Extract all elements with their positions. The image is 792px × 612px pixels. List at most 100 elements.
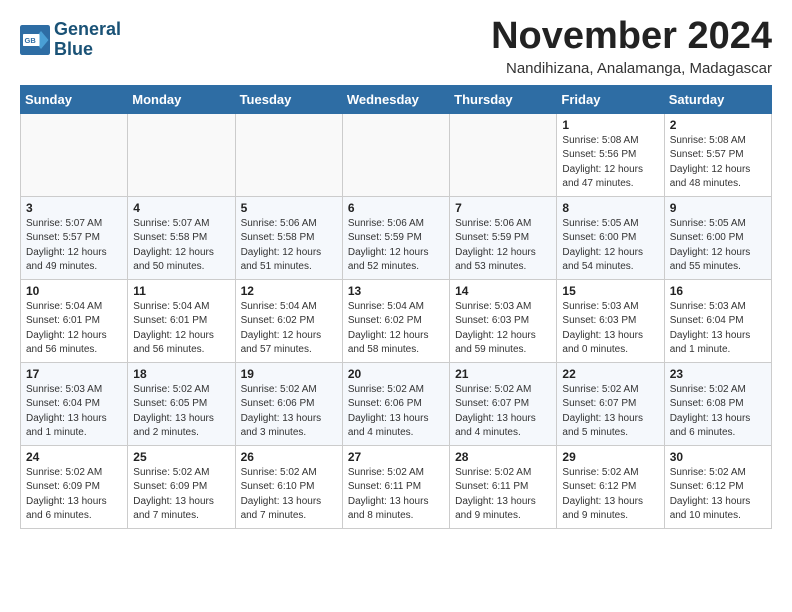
day-info: Sunrise: 5:05 AM Sunset: 6:00 PM Dayligh… [670,217,766,275]
day-number: 9 [670,201,766,215]
day-number: 24 [26,450,122,464]
day-number: 25 [133,450,229,464]
calendar-day-cell: 15 Sunrise: 5:03 AM Sunset: 6:03 PM Dayli… [557,279,664,362]
calendar-day-cell: 11Sunrise: 5:04 AM Sunset: 6:01 PM Dayli… [128,279,235,362]
weekday-header-cell: Wednesday [342,85,449,113]
day-number: 26 [241,450,337,464]
calendar-day-cell: 21 Sunrise: 5:02 AM Sunset: 6:07 PM Dayli… [450,362,557,445]
day-number: 18 [133,367,229,381]
weekday-header-cell: Sunday [21,85,128,113]
day-info: Sunrise: 5:02 AM Sunset: 6:09 PM Dayligh… [26,466,122,524]
day-number: 1 [562,118,658,132]
day-info: Sunrise: 5:08 AM Sunset: 5:56 PM Dayligh… [562,134,658,192]
calendar-day-cell [450,113,557,196]
day-number: 4 [133,201,229,215]
calendar-week-row: 3 Sunrise: 5:07 AM Sunset: 5:57 PM Daylig… [21,196,772,279]
calendar-day-cell: 18 Sunrise: 5:02 AM Sunset: 6:05 PM Dayli… [128,362,235,445]
day-number: 5 [241,201,337,215]
day-info: Sunrise: 5:02 AM Sunset: 6:09 PM Dayligh… [133,466,229,524]
calendar-day-cell: 10 Sunrise: 5:04 AM Sunset: 6:01 PM Dayli… [21,279,128,362]
calendar-day-cell: 27Sunrise: 5:02 AM Sunset: 6:11 PM Dayli… [342,445,449,528]
day-number: 17 [26,367,122,381]
calendar-table: SundayMondayTuesdayWednesdayThursdayFrid… [20,85,772,529]
day-info: Sunrise: 5:03 AM Sunset: 6:04 PM Dayligh… [26,383,122,441]
day-info: Sunrise: 5:06 AM Sunset: 5:59 PM Dayligh… [348,217,444,275]
day-info: Sunrise: 5:02 AM Sunset: 6:12 PM Dayligh… [562,466,658,524]
day-info: Sunrise: 5:05 AM Sunset: 6:00 PM Dayligh… [562,217,658,275]
day-number: 10 [26,284,122,298]
calendar-day-cell [342,113,449,196]
calendar-day-cell: 26 Sunrise: 5:02 AM Sunset: 6:10 PM Dayli… [235,445,342,528]
day-number: 19 [241,367,337,381]
day-number: 12 [241,284,337,298]
day-info: Sunrise: 5:07 AM Sunset: 5:58 PM Dayligh… [133,217,229,275]
day-info: Sunrise: 5:02 AM Sunset: 6:06 PM Dayligh… [348,383,444,441]
weekday-header-cell: Saturday [664,85,771,113]
logo-icon: GB [20,25,50,55]
day-info: Sunrise: 5:08 AM Sunset: 5:57 PM Dayligh… [670,134,766,192]
day-info: Sunrise: 5:02 AM Sunset: 6:10 PM Dayligh… [241,466,337,524]
calendar-day-cell: 24 Sunrise: 5:02 AM Sunset: 6:09 PM Dayli… [21,445,128,528]
day-number: 14 [455,284,551,298]
calendar-day-cell: 16Sunrise: 5:03 AM Sunset: 6:04 PM Dayli… [664,279,771,362]
calendar-day-cell: 23Sunrise: 5:02 AM Sunset: 6:08 PM Dayli… [664,362,771,445]
month-title: November 2024 [491,16,772,58]
weekday-header-cell: Friday [557,85,664,113]
day-number: 6 [348,201,444,215]
day-info: Sunrise: 5:02 AM Sunset: 6:08 PM Dayligh… [670,383,766,441]
day-number: 30 [670,450,766,464]
day-info: Sunrise: 5:02 AM Sunset: 6:05 PM Dayligh… [133,383,229,441]
calendar-day-cell: 2 Sunrise: 5:08 AM Sunset: 5:57 PM Daylig… [664,113,771,196]
page-header: GB General Blue November 2024 Nandihizan… [20,16,772,77]
calendar-body: 1 Sunrise: 5:08 AM Sunset: 5:56 PM Daylig… [21,113,772,528]
day-number: 3 [26,201,122,215]
day-info: Sunrise: 5:02 AM Sunset: 6:06 PM Dayligh… [241,383,337,441]
day-number: 7 [455,201,551,215]
weekday-header-cell: Monday [128,85,235,113]
calendar-day-cell: 25 Sunrise: 5:02 AM Sunset: 6:09 PM Dayli… [128,445,235,528]
day-number: 8 [562,201,658,215]
day-info: Sunrise: 5:03 AM Sunset: 6:04 PM Dayligh… [670,300,766,358]
day-number: 13 [348,284,444,298]
day-info: Sunrise: 5:06 AM Sunset: 5:59 PM Dayligh… [455,217,551,275]
logo-text: General Blue [54,20,121,60]
logo: GB General Blue [20,20,121,60]
day-info: Sunrise: 5:04 AM Sunset: 6:02 PM Dayligh… [241,300,337,358]
calendar-day-cell: 7 Sunrise: 5:06 AM Sunset: 5:59 PM Daylig… [450,196,557,279]
weekday-header-cell: Thursday [450,85,557,113]
day-info: Sunrise: 5:04 AM Sunset: 6:02 PM Dayligh… [348,300,444,358]
title-block: November 2024 Nandihizana, Analamanga, M… [491,16,772,77]
calendar-day-cell: 5Sunrise: 5:06 AM Sunset: 5:58 PM Daylig… [235,196,342,279]
day-number: 2 [670,118,766,132]
day-info: Sunrise: 5:02 AM Sunset: 6:11 PM Dayligh… [455,466,551,524]
calendar-day-cell: 12 Sunrise: 5:04 AM Sunset: 6:02 PM Dayli… [235,279,342,362]
day-info: Sunrise: 5:03 AM Sunset: 6:03 PM Dayligh… [562,300,658,358]
calendar-day-cell: 17 Sunrise: 5:03 AM Sunset: 6:04 PM Dayli… [21,362,128,445]
weekday-header-cell: Tuesday [235,85,342,113]
day-number: 15 [562,284,658,298]
day-number: 29 [562,450,658,464]
calendar-day-cell: 1 Sunrise: 5:08 AM Sunset: 5:56 PM Daylig… [557,113,664,196]
calendar-day-cell: 9 Sunrise: 5:05 AM Sunset: 6:00 PM Daylig… [664,196,771,279]
day-info: Sunrise: 5:02 AM Sunset: 6:07 PM Dayligh… [562,383,658,441]
calendar-week-row: 1 Sunrise: 5:08 AM Sunset: 5:56 PM Daylig… [21,113,772,196]
calendar-day-cell: 30Sunrise: 5:02 AM Sunset: 6:12 PM Dayli… [664,445,771,528]
calendar-week-row: 10 Sunrise: 5:04 AM Sunset: 6:01 PM Dayli… [21,279,772,362]
calendar-day-cell: 19 Sunrise: 5:02 AM Sunset: 6:06 PM Dayli… [235,362,342,445]
day-info: Sunrise: 5:07 AM Sunset: 5:57 PM Dayligh… [26,217,122,275]
day-number: 28 [455,450,551,464]
day-info: Sunrise: 5:03 AM Sunset: 6:03 PM Dayligh… [455,300,551,358]
calendar-day-cell: 28 Sunrise: 5:02 AM Sunset: 6:11 PM Dayli… [450,445,557,528]
calendar-week-row: 24 Sunrise: 5:02 AM Sunset: 6:09 PM Dayli… [21,445,772,528]
day-info: Sunrise: 5:02 AM Sunset: 6:07 PM Dayligh… [455,383,551,441]
day-info: Sunrise: 5:04 AM Sunset: 6:01 PM Dayligh… [133,300,229,358]
day-info: Sunrise: 5:04 AM Sunset: 6:01 PM Dayligh… [26,300,122,358]
svg-text:GB: GB [25,36,37,45]
calendar-day-cell: 4 Sunrise: 5:07 AM Sunset: 5:58 PM Daylig… [128,196,235,279]
calendar-day-cell [128,113,235,196]
calendar-day-cell: 22 Sunrise: 5:02 AM Sunset: 6:07 PM Dayli… [557,362,664,445]
day-number: 22 [562,367,658,381]
day-number: 21 [455,367,551,381]
location-subtitle: Nandihizana, Analamanga, Madagascar [491,60,772,77]
calendar-week-row: 17 Sunrise: 5:03 AM Sunset: 6:04 PM Dayli… [21,362,772,445]
